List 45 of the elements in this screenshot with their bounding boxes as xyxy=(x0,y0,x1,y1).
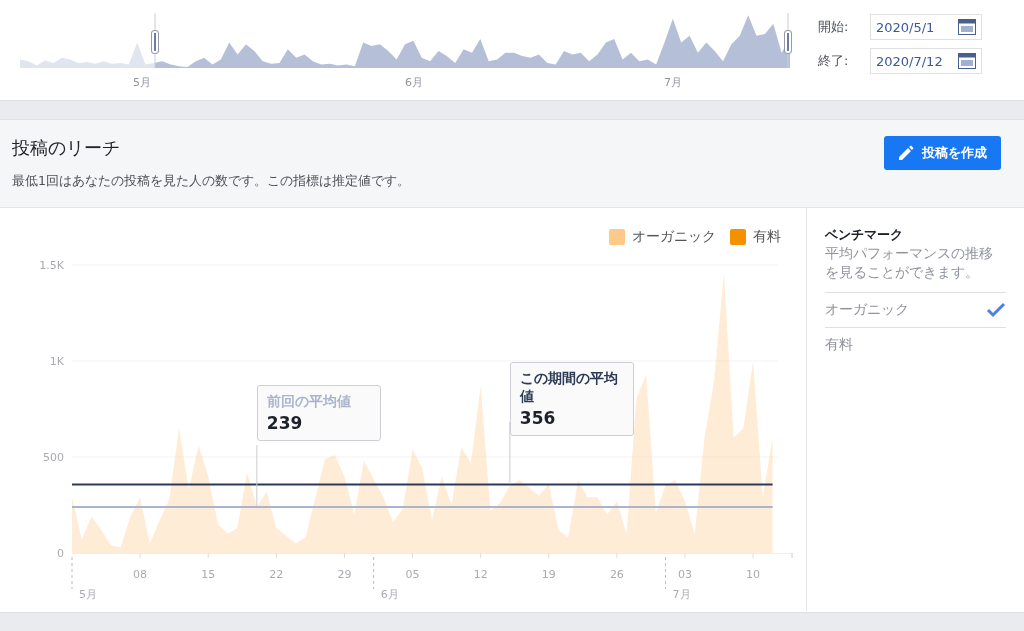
legend-label: 有料 xyxy=(753,228,781,246)
x-axis-label: 12 xyxy=(473,568,488,581)
calendar-icon xyxy=(958,19,976,35)
y-axis-label: 1.5K xyxy=(39,259,64,272)
callout-label: この期間の平均値 xyxy=(519,370,619,406)
callout-value: 356 xyxy=(519,408,557,428)
benchmark-option[interactable]: 有料 xyxy=(825,326,1006,362)
y-axis-label: 0 xyxy=(57,547,64,560)
month-label: 5月 xyxy=(79,588,97,601)
start-label: 開始: xyxy=(818,18,850,36)
x-axis-label: 26 xyxy=(609,568,624,581)
range-handle[interactable] xyxy=(784,30,792,54)
option-label: オーガニック xyxy=(825,300,909,319)
x-axis-label: 03 xyxy=(678,568,692,581)
legend-label: オーガニック xyxy=(632,228,716,246)
y-axis-label: 500 xyxy=(43,451,64,464)
callout-value: 239 xyxy=(266,413,304,433)
y-axis-label: 1K xyxy=(49,355,64,368)
leader-line xyxy=(256,444,258,507)
month-label: 7月 xyxy=(672,588,691,601)
month-label: 7月 xyxy=(664,75,682,90)
section-description: 最低1回はあなたの投稿を見た人の数です。この指標は推定値です。 xyxy=(12,173,410,190)
option-label: 有料 xyxy=(825,335,853,354)
x-axis-label: 22 xyxy=(269,568,284,581)
section-title: 投稿のリーチ xyxy=(12,136,121,160)
start-date-field[interactable]: 2020/5/1 xyxy=(870,14,982,40)
x-axis-label: 15 xyxy=(201,568,216,581)
benchmark-option[interactable]: オーガニック xyxy=(825,291,1006,327)
end-date-field[interactable]: 2020/7/12 xyxy=(870,48,982,74)
create-post-button[interactable]: 投稿を作成 xyxy=(884,136,1001,170)
x-axis-label: 29 xyxy=(337,568,352,581)
callout-label: 前回の平均値 xyxy=(266,393,352,411)
benchmark-title: ベンチマーク xyxy=(825,226,904,244)
x-axis-label: 19 xyxy=(541,568,556,581)
month-label: 6月 xyxy=(405,75,423,90)
x-axis-label: 05 xyxy=(405,568,420,581)
calendar-icon xyxy=(958,53,976,69)
x-axis-label: 10 xyxy=(746,568,761,581)
month-label: 6月 xyxy=(380,588,399,601)
range-handle[interactable] xyxy=(151,30,159,54)
end-label: 終了: xyxy=(818,52,850,70)
benchmark-description: 平均パフォーマンスの推移を見ることができます。 xyxy=(825,244,993,282)
pencil-icon xyxy=(898,145,914,161)
x-axis-label: 08 xyxy=(133,568,148,581)
month-label: 5月 xyxy=(133,75,151,90)
